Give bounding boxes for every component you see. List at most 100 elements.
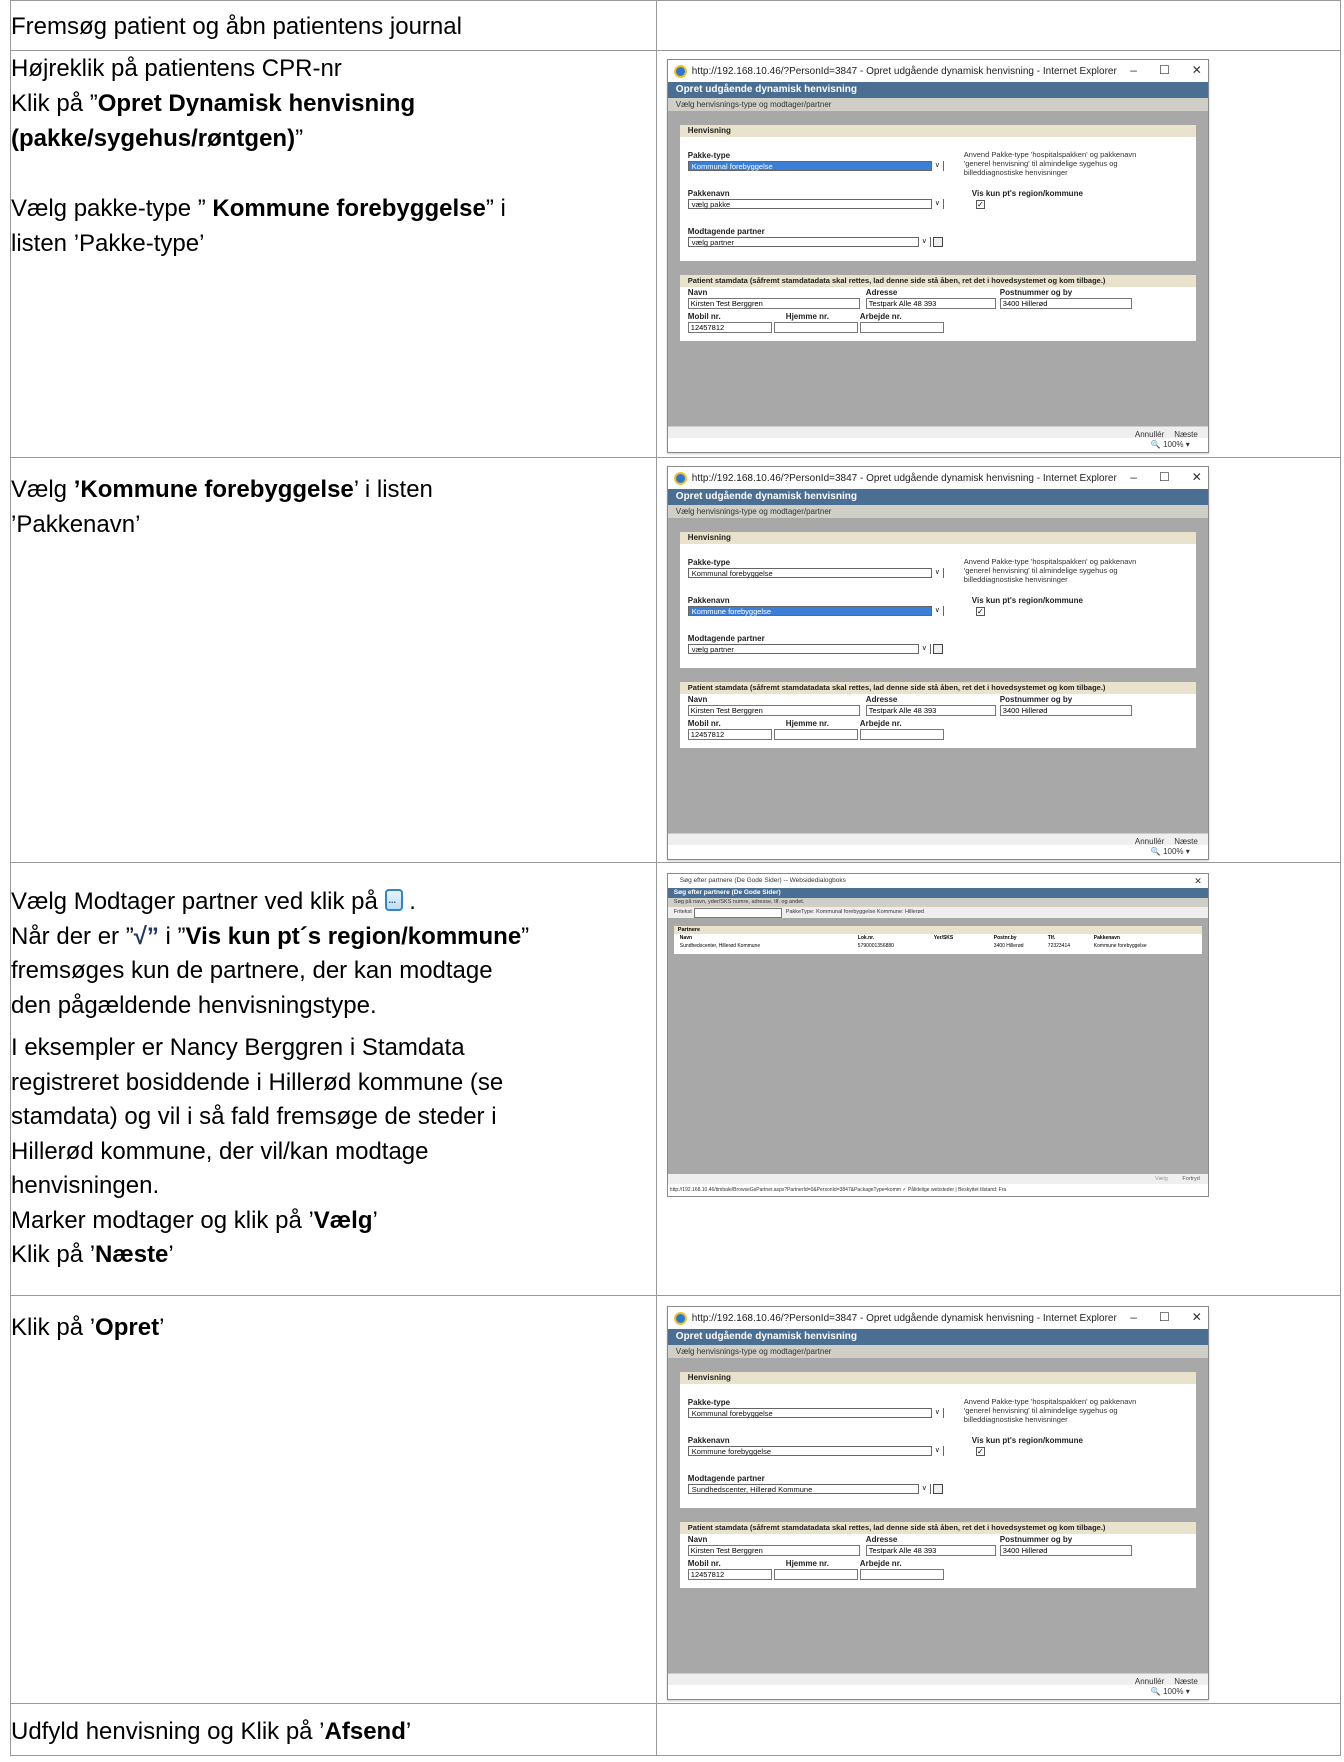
vis-kun-checkbox[interactable]: ✓ xyxy=(975,200,985,209)
mobil-field[interactable]: 12457812 xyxy=(687,729,772,740)
chevron-down-icon: ∨ xyxy=(930,568,943,578)
fritekst-input[interactable] xyxy=(693,908,782,918)
arbejde-field[interactable] xyxy=(859,1569,944,1580)
navn-label: Navn xyxy=(687,288,708,297)
table-row[interactable]: Sundhedscenter, Hillerød Kommune 5790001… xyxy=(674,942,1202,950)
close-button[interactable]: ✕ xyxy=(1192,470,1202,484)
panel-title: Patient stamdata (såfremt stamdatadata s… xyxy=(679,682,1196,694)
dialog-header: Søg efter partnere (De Gode Sider) xyxy=(667,888,1208,898)
cell-pakkenavn: Kommune forebyggelse xyxy=(1093,943,1147,949)
fritekst-label: Fritekst xyxy=(673,909,692,915)
partner-picker-button[interactable] xyxy=(932,237,943,247)
partner-table: Partnere Navn Lok.nr. Yer/SKS Postnr.by … xyxy=(673,926,1202,954)
hjemme-field[interactable] xyxy=(773,1569,858,1580)
postnr-field[interactable]: 3400 Hillerød xyxy=(999,1545,1132,1556)
step-text: Klik på ’Opret’ xyxy=(10,1295,657,1704)
chevron-down-icon: ∨ xyxy=(930,161,943,171)
step-line: Vælg Modtager partner ved klik på . xyxy=(11,885,656,920)
pakkenavn-select[interactable]: Kommune forebyggelse ∨ xyxy=(687,1446,944,1456)
adresse-field[interactable]: Testpark Alle 48 393 xyxy=(865,298,996,309)
maximize-button[interactable]: ☐ xyxy=(1159,1310,1170,1324)
text-span: . xyxy=(402,888,416,915)
postnr-field[interactable]: 3400 Hillerød xyxy=(999,298,1132,309)
pakke-type-select[interactable]: Kommunal forebyggelse ∨ xyxy=(687,161,944,171)
close-button[interactable]: ✕ xyxy=(1192,1310,1202,1324)
chevron-down-icon: ∨ xyxy=(930,1408,943,1418)
arbejde-label: Arbejde nr. xyxy=(859,1559,902,1568)
select-value: Kommune forebyggelse xyxy=(691,607,772,616)
panel-title: Henvisning xyxy=(679,532,1196,544)
minimize-button[interactable]: – xyxy=(1130,1310,1137,1324)
dialog-statusbar: http://192.168.10.46/timbale/BrowseGsPar… xyxy=(667,1185,1208,1195)
dialog-subheader: Vælg henvisnings-type og modtager/partne… xyxy=(667,98,1208,111)
zoom-control[interactable]: 🔍 100% ▾ xyxy=(1151,440,1190,449)
col-ydersks: Yer/SKS xyxy=(933,935,954,941)
step-line: henvisningen. xyxy=(11,1172,160,1199)
cell-tlf: 72323414 xyxy=(1047,943,1071,949)
step-line: Fremsøg patient og åbn patientens journa… xyxy=(11,13,462,40)
bold-text: Vis kun pt´s region/kommune xyxy=(185,922,522,950)
vis-kun-checkbox[interactable]: ✓ xyxy=(975,607,985,616)
pakke-type-select[interactable]: Kommunal forebyggelse ∨ xyxy=(687,1408,944,1418)
adresse-field[interactable]: Testpark Alle 48 393 xyxy=(865,705,996,716)
panel-title: Henvisning xyxy=(679,125,1196,137)
henvisning-panel: Henvisning Pakke-type Kommunal forebygge… xyxy=(679,532,1196,668)
arbejde-field[interactable] xyxy=(859,729,944,740)
col-pakkenavn: Pakkenavn xyxy=(1093,935,1120,941)
vis-kun-checkbox[interactable]: ✓ xyxy=(975,1447,985,1456)
maximize-button[interactable]: ☐ xyxy=(1159,470,1170,484)
step-line: Klik på ’Næste’ xyxy=(11,1238,656,1273)
step-line: Højreklik på patientens CPR-nr xyxy=(11,55,342,82)
hjemme-label: Hjemme nr. xyxy=(785,719,829,728)
pakke-type-select[interactable]: Kommunal forebyggelse ∨ xyxy=(687,568,944,578)
partner-picker-button[interactable] xyxy=(932,1484,943,1494)
chevron-down-icon: ∨ xyxy=(930,199,943,209)
screenshot-cell xyxy=(655,1703,1342,1756)
fortryd-button[interactable]: Fortryd xyxy=(1182,1176,1199,1182)
info-note: Anvend Pakke-type 'hospitalspakken' og p… xyxy=(963,150,1137,177)
postnr-field[interactable]: 3400 Hillerød xyxy=(999,705,1132,716)
maximize-button[interactable]: ☐ xyxy=(1159,63,1170,77)
partner-picker-button[interactable] xyxy=(932,644,943,654)
minimize-button[interactable]: – xyxy=(1130,470,1137,484)
step-line: Klik på ”Opret Dynamisk henvisning xyxy=(11,86,656,121)
partner-select[interactable]: vælg partner ∨ xyxy=(687,237,931,247)
mobil-field[interactable]: 12457812 xyxy=(687,322,772,333)
hjemme-field[interactable] xyxy=(773,322,858,333)
cell-navn: Sundhedscenter, Hillerød Kommune xyxy=(679,943,761,949)
mobil-label: Mobil nr. xyxy=(687,1559,721,1568)
step-text: Vælg ’Kommune forebyggelse’ i listen ’Pa… xyxy=(10,457,657,863)
pakkenavn-select[interactable]: Kommune forebyggelse ∨ xyxy=(687,606,944,616)
window-title: http://192.168.10.46/?PersonId=3847 - Op… xyxy=(691,65,1117,77)
mobil-field[interactable]: 12457812 xyxy=(687,1569,772,1580)
text-span: Når der er ” xyxy=(11,922,134,950)
hjemme-field[interactable] xyxy=(773,729,858,740)
close-icon[interactable]: ✕ xyxy=(1194,874,1202,888)
col-navn: Navn xyxy=(679,935,693,941)
ie-titlebar: http://192.168.10.46/?PersonId=3847 - Op… xyxy=(667,60,1208,82)
step-line: registreret bosiddende i Hillerød kommun… xyxy=(11,1068,504,1096)
navn-field[interactable]: Kirsten Test Berggren xyxy=(687,1545,860,1556)
partner-select[interactable]: Sundhedscenter, Hillerød Kommune ∨ xyxy=(687,1484,931,1494)
chevron-down-icon: ∨ xyxy=(930,1446,943,1456)
navn-field[interactable]: Kirsten Test Berggren xyxy=(687,705,860,716)
dialog-header: Opret udgående dynamisk henvisning xyxy=(667,82,1208,98)
minimize-button[interactable]: – xyxy=(1130,63,1137,77)
text-span: ’ xyxy=(159,1314,165,1341)
adresse-field[interactable]: Testpark Alle 48 393 xyxy=(865,1545,996,1556)
pakkenavn-select[interactable]: vælg pakke ∨ xyxy=(687,199,944,209)
navn-field[interactable]: Kirsten Test Berggren xyxy=(687,298,860,309)
adresse-label: Adresse xyxy=(865,288,898,297)
close-button[interactable]: ✕ xyxy=(1192,63,1202,77)
arbejde-field[interactable] xyxy=(859,322,944,333)
dialog-subheader: Vælg henvisnings-type og modtager/partne… xyxy=(667,505,1208,518)
vaelg-button[interactable]: Vælg xyxy=(1155,1176,1168,1182)
step-line: stamdata) og vil i så fald fremsøge de s… xyxy=(11,1103,497,1130)
zoom-control[interactable]: 🔍 100% ▾ xyxy=(1151,847,1190,856)
dialog-titlebar: Søg efter partnere (De Gode Sider) -- We… xyxy=(667,874,1208,888)
partner-select[interactable]: vælg partner ∨ xyxy=(687,644,931,654)
pakke-type-label: Pakke-type xyxy=(687,558,731,567)
panel-title: Henvisning xyxy=(679,1372,1196,1384)
henvisning-panel: Henvisning Pakke-type Kommunal forebygge… xyxy=(679,1372,1196,1508)
zoom-control[interactable]: 🔍 100% ▾ xyxy=(1151,1687,1190,1696)
